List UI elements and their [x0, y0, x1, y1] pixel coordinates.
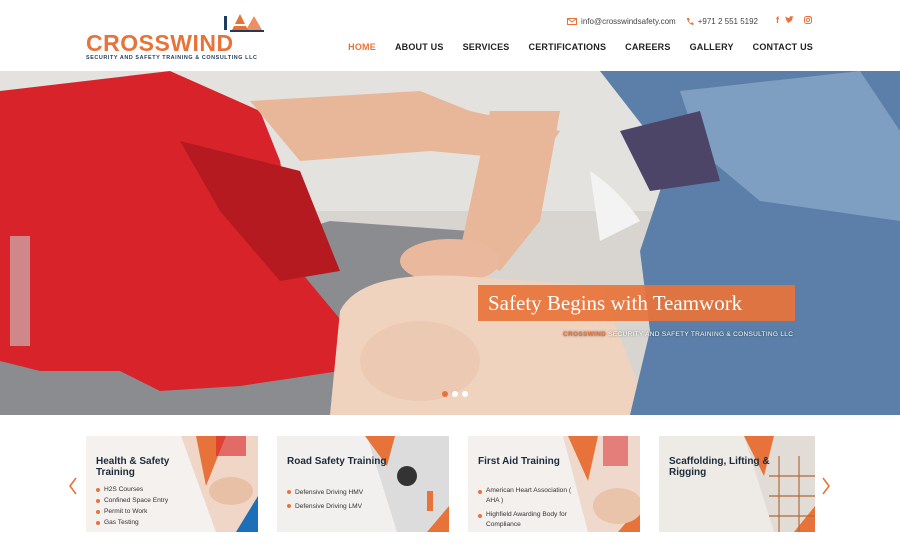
- service-card-first-aid[interactable]: First Aid Training American Heart Associ…: [468, 436, 640, 532]
- brand-name: CROSSWIND: [86, 30, 234, 56]
- hero-subtitle: CROSSWIND SECURITY AND SAFETY TRAINING &…: [563, 331, 793, 338]
- slider-dots: [442, 391, 472, 397]
- card-title: Health & Safety Training: [96, 456, 170, 478]
- hero-image: [0, 71, 900, 415]
- nav-about-us[interactable]: ABOUT US: [395, 42, 444, 52]
- list-item: Highfield Awarding Body for Compliance: [478, 510, 578, 530]
- slider-dot-3[interactable]: [462, 391, 468, 397]
- hero-subtitle-brand: CROSSWIND: [563, 331, 607, 338]
- email-text: info@crosswindsafety.com: [581, 16, 676, 26]
- carousel-next-arrow-icon[interactable]: [821, 477, 831, 499]
- contact-bar: info@crosswindsafety.com +971 2 551 5192…: [557, 14, 816, 28]
- nav-contact-us[interactable]: CONTACT US: [753, 42, 813, 52]
- service-card-road-safety[interactable]: Road Safety Training Defensive Driving H…: [277, 436, 449, 532]
- service-card-health-safety[interactable]: Health & Safety Training H2S Courses Con…: [86, 436, 258, 532]
- nav-gallery[interactable]: GALLERY: [690, 42, 734, 52]
- facebook-icon[interactable]: f: [776, 16, 779, 26]
- card-title: Scaffolding, Lifting & Rigging: [669, 456, 770, 478]
- slider-dot-2[interactable]: [452, 391, 458, 397]
- phone-text: +971 2 551 5192: [697, 16, 758, 26]
- hero-caption: Safety Begins with Teamwork: [478, 285, 795, 321]
- nav-home[interactable]: HOME: [348, 42, 376, 52]
- services-carousel: Health & Safety Training H2S Courses Con…: [0, 415, 900, 554]
- brand-logo[interactable]: CROSSWIND SECURITY AND SAFETY TRAINING &…: [86, 12, 276, 64]
- phone-link[interactable]: +971 2 551 5192: [686, 17, 758, 26]
- list-item: Gas Testing: [96, 517, 168, 528]
- card-list: American Heart Association ( AHA ) Highf…: [478, 486, 578, 530]
- service-card-scaffolding[interactable]: Scaffolding, Lifting & Rigging: [659, 436, 815, 532]
- nav-careers[interactable]: CAREERS: [625, 42, 670, 52]
- hero-title: Safety Begins with Teamwork: [488, 290, 743, 315]
- twitter-icon[interactable]: [785, 16, 798, 26]
- hero-slider[interactable]: Safety Begins with Teamwork CROSSWIND SE…: [0, 71, 900, 415]
- card-image: [659, 436, 815, 532]
- phone-icon: [686, 17, 694, 25]
- card-title: Road Safety Training: [287, 456, 387, 467]
- nav-certifications[interactable]: CERTIFICATIONS: [529, 42, 607, 52]
- instagram-icon[interactable]: [804, 16, 816, 26]
- card-list: Defensive Driving HMV Defensive Driving …: [287, 486, 363, 514]
- hero-subtitle-text: SECURITY AND SAFETY TRAINING & CONSULTIN…: [606, 331, 794, 338]
- email-link[interactable]: info@crosswindsafety.com: [567, 17, 676, 26]
- card-title: First Aid Training: [478, 456, 560, 467]
- list-item: Confined Space Entry: [96, 495, 168, 506]
- list-item: H2S Courses: [96, 484, 168, 495]
- list-item: American Heart Association ( AHA ): [478, 486, 578, 506]
- card-list: H2S Courses Confined Space Entry Permit …: [96, 484, 168, 528]
- slider-dot-1[interactable]: [442, 391, 448, 397]
- card-image: [277, 436, 449, 532]
- nav-services[interactable]: SERVICES: [463, 42, 510, 52]
- carousel-prev-arrow-icon[interactable]: [68, 477, 78, 499]
- envelope-icon: [567, 17, 578, 25]
- social-links: f: [770, 16, 816, 26]
- main-nav: HOME ABOUT US SERVICES CERTIFICATIONS CA…: [329, 42, 813, 52]
- list-item: Defensive Driving HMV: [287, 486, 363, 500]
- list-item: Defensive Driving LMV: [287, 500, 363, 514]
- list-item: Permit to Work: [96, 506, 168, 517]
- brand-tagline: SECURITY AND SAFETY TRAINING & CONSULTIN…: [86, 55, 258, 61]
- site-header: CROSSWIND SECURITY AND SAFETY TRAINING &…: [0, 0, 900, 71]
